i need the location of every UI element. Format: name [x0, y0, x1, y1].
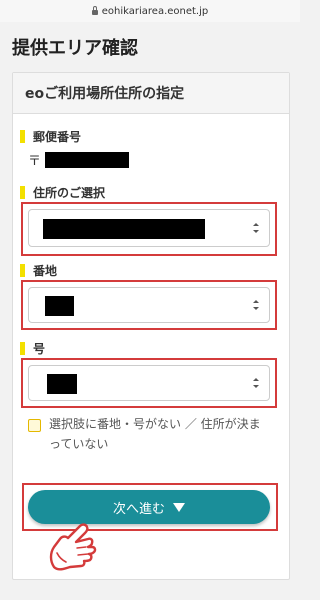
page-title: 提供エリア確認	[12, 38, 138, 59]
label-marker	[20, 130, 25, 143]
redacted-address	[43, 219, 205, 239]
postal-label-text: 郵便番号	[33, 130, 82, 144]
browser-url-bar[interactable]: eohikariarea.eonet.jp	[0, 0, 300, 22]
lock-icon	[91, 5, 98, 15]
label-marker	[20, 186, 25, 199]
no-address-checkbox[interactable]	[28, 419, 41, 432]
redacted-banchi	[45, 296, 74, 316]
postal-value: 〒	[28, 150, 130, 169]
postal-label: 郵便番号	[20, 128, 81, 145]
no-address-checkbox-label: 選択肢に番地・号がない ／ 住所が決まっていない	[49, 417, 261, 451]
select-arrows-icon	[253, 300, 259, 310]
triangle-down-icon	[173, 502, 185, 512]
pointing-hand-icon	[49, 523, 97, 571]
banchi-select[interactable]	[28, 287, 270, 323]
redacted-go	[47, 374, 77, 394]
url-text: eohikariarea.eonet.jp	[101, 5, 209, 17]
address-select[interactable]	[28, 209, 270, 247]
next-button-label: 次へ進む	[112, 501, 165, 517]
label-marker	[20, 342, 25, 355]
postal-prefix: 〒	[28, 154, 42, 169]
select-arrows-icon	[253, 378, 259, 388]
address-label-text: 住所のご選択	[33, 186, 106, 200]
redacted-postal-code	[45, 151, 130, 168]
go-select[interactable]	[28, 365, 270, 401]
no-address-option[interactable]: 選択肢に番地・号がない ／ 住所が決まっていない	[28, 414, 270, 454]
label-marker	[20, 264, 25, 277]
banchi-label: 番地	[20, 262, 57, 279]
card-header: eoご利用場所住所の指定	[13, 73, 289, 114]
select-arrows-icon	[253, 223, 259, 233]
banchi-label-text: 番地	[33, 264, 58, 278]
address-label: 住所のご選択	[20, 184, 105, 201]
go-label-text: 号	[33, 342, 46, 356]
go-label: 号	[20, 340, 45, 357]
